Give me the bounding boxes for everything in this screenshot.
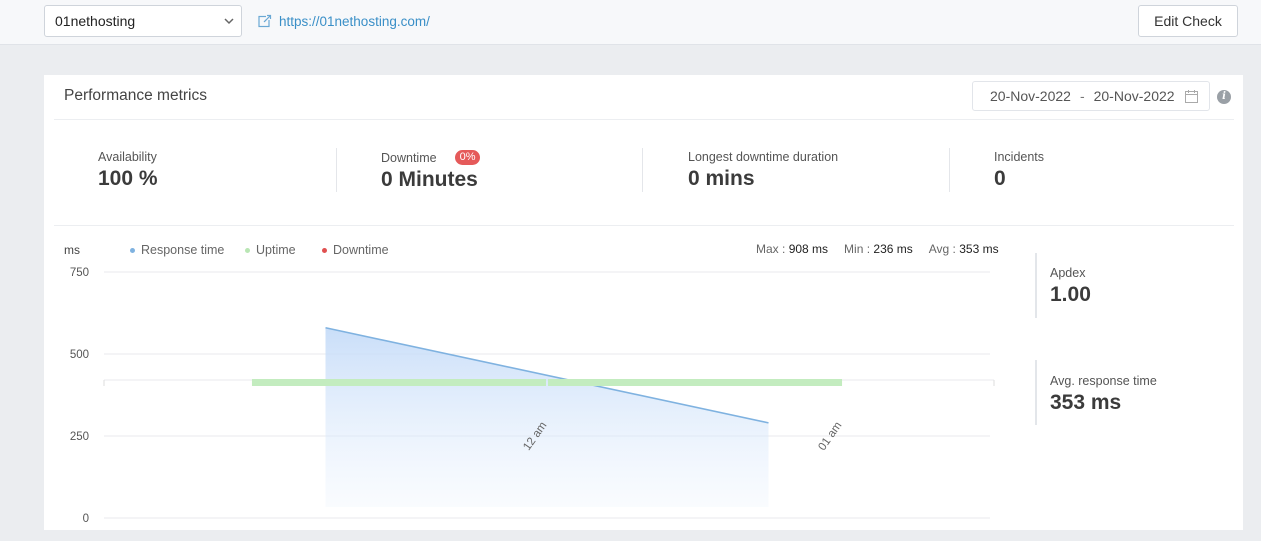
stat-avg-response-time: Avg. response time 353 ms xyxy=(1050,374,1157,415)
stat-value: 353 ms xyxy=(1050,391,1122,414)
stat-value: 0 xyxy=(994,167,1006,190)
y-tick-label: 0 xyxy=(83,513,89,525)
stat-availability: Availability 100 % xyxy=(98,150,158,191)
stat-label: Avg. response time xyxy=(1050,374,1157,388)
divider xyxy=(642,148,643,192)
stat-value: 1.00 xyxy=(1050,283,1091,306)
monitor-select[interactable]: 01nethosting xyxy=(44,5,242,37)
info-icon[interactable]: i xyxy=(1217,90,1231,104)
date-to: 20-Nov-2022 xyxy=(1093,88,1175,104)
card-title: Performance metrics xyxy=(64,87,207,104)
divider xyxy=(336,148,337,192)
uptime-bar xyxy=(548,379,843,386)
chart-canvas: 025050075012 am 01 am xyxy=(70,267,995,525)
date-range-picker[interactable]: 20-Nov-2022 - 20-Nov-2022 xyxy=(972,81,1210,111)
date-from: 20-Nov-2022 xyxy=(990,88,1071,104)
performance-card: Performance metrics 20-Nov-2022 - 20-Nov… xyxy=(44,75,1243,530)
stat-label: Availability xyxy=(98,150,157,164)
stat-value: 100 % xyxy=(98,167,158,190)
stat-label: Apdex xyxy=(1050,266,1086,280)
monitor-url-link[interactable]: https://01nethosting.com/ xyxy=(258,11,430,31)
external-link-icon xyxy=(258,14,272,28)
divider xyxy=(54,225,1234,226)
stat-label: Incidents xyxy=(994,150,1045,164)
y-tick-label: 500 xyxy=(70,349,89,361)
calendar-icon xyxy=(1185,90,1198,103)
stat-apdex: Apdex 1.00 xyxy=(1050,266,1091,307)
divider xyxy=(54,119,1234,120)
y-tick-label: 750 xyxy=(70,267,89,279)
response-time-area xyxy=(325,327,769,507)
top-toolbar: 01nethosting https://01nethosting.com/ E… xyxy=(0,0,1261,45)
stat-value: 0 Minutes xyxy=(381,168,478,191)
chevron-down-icon xyxy=(224,18,234,25)
stat-downtime: Downtime 0% 0 Minutes xyxy=(381,150,481,192)
edit-check-button[interactable]: Edit Check xyxy=(1138,5,1238,37)
divider xyxy=(949,148,950,192)
divider xyxy=(1035,360,1037,425)
divider xyxy=(1035,253,1037,318)
y-tick-label: 250 xyxy=(70,431,89,443)
stat-value: 0 mins xyxy=(688,167,755,190)
monitor-url-text: https://01nethosting.com/ xyxy=(279,13,430,29)
stat-incidents: Incidents 0 xyxy=(994,150,1044,191)
stat-label: Longest downtime duration xyxy=(688,150,839,164)
date-separator: - xyxy=(1079,88,1085,104)
stat-longest-downtime: Longest downtime duration 0 mins xyxy=(688,150,838,191)
downtime-badge: 0% xyxy=(454,150,481,165)
stat-label: Downtime xyxy=(381,150,437,165)
monitor-select-value: 01nethosting xyxy=(55,13,136,29)
response-time-chart: ms Response time Uptime Downtime Max : 9… xyxy=(44,235,1024,530)
uptime-bar xyxy=(251,379,546,386)
